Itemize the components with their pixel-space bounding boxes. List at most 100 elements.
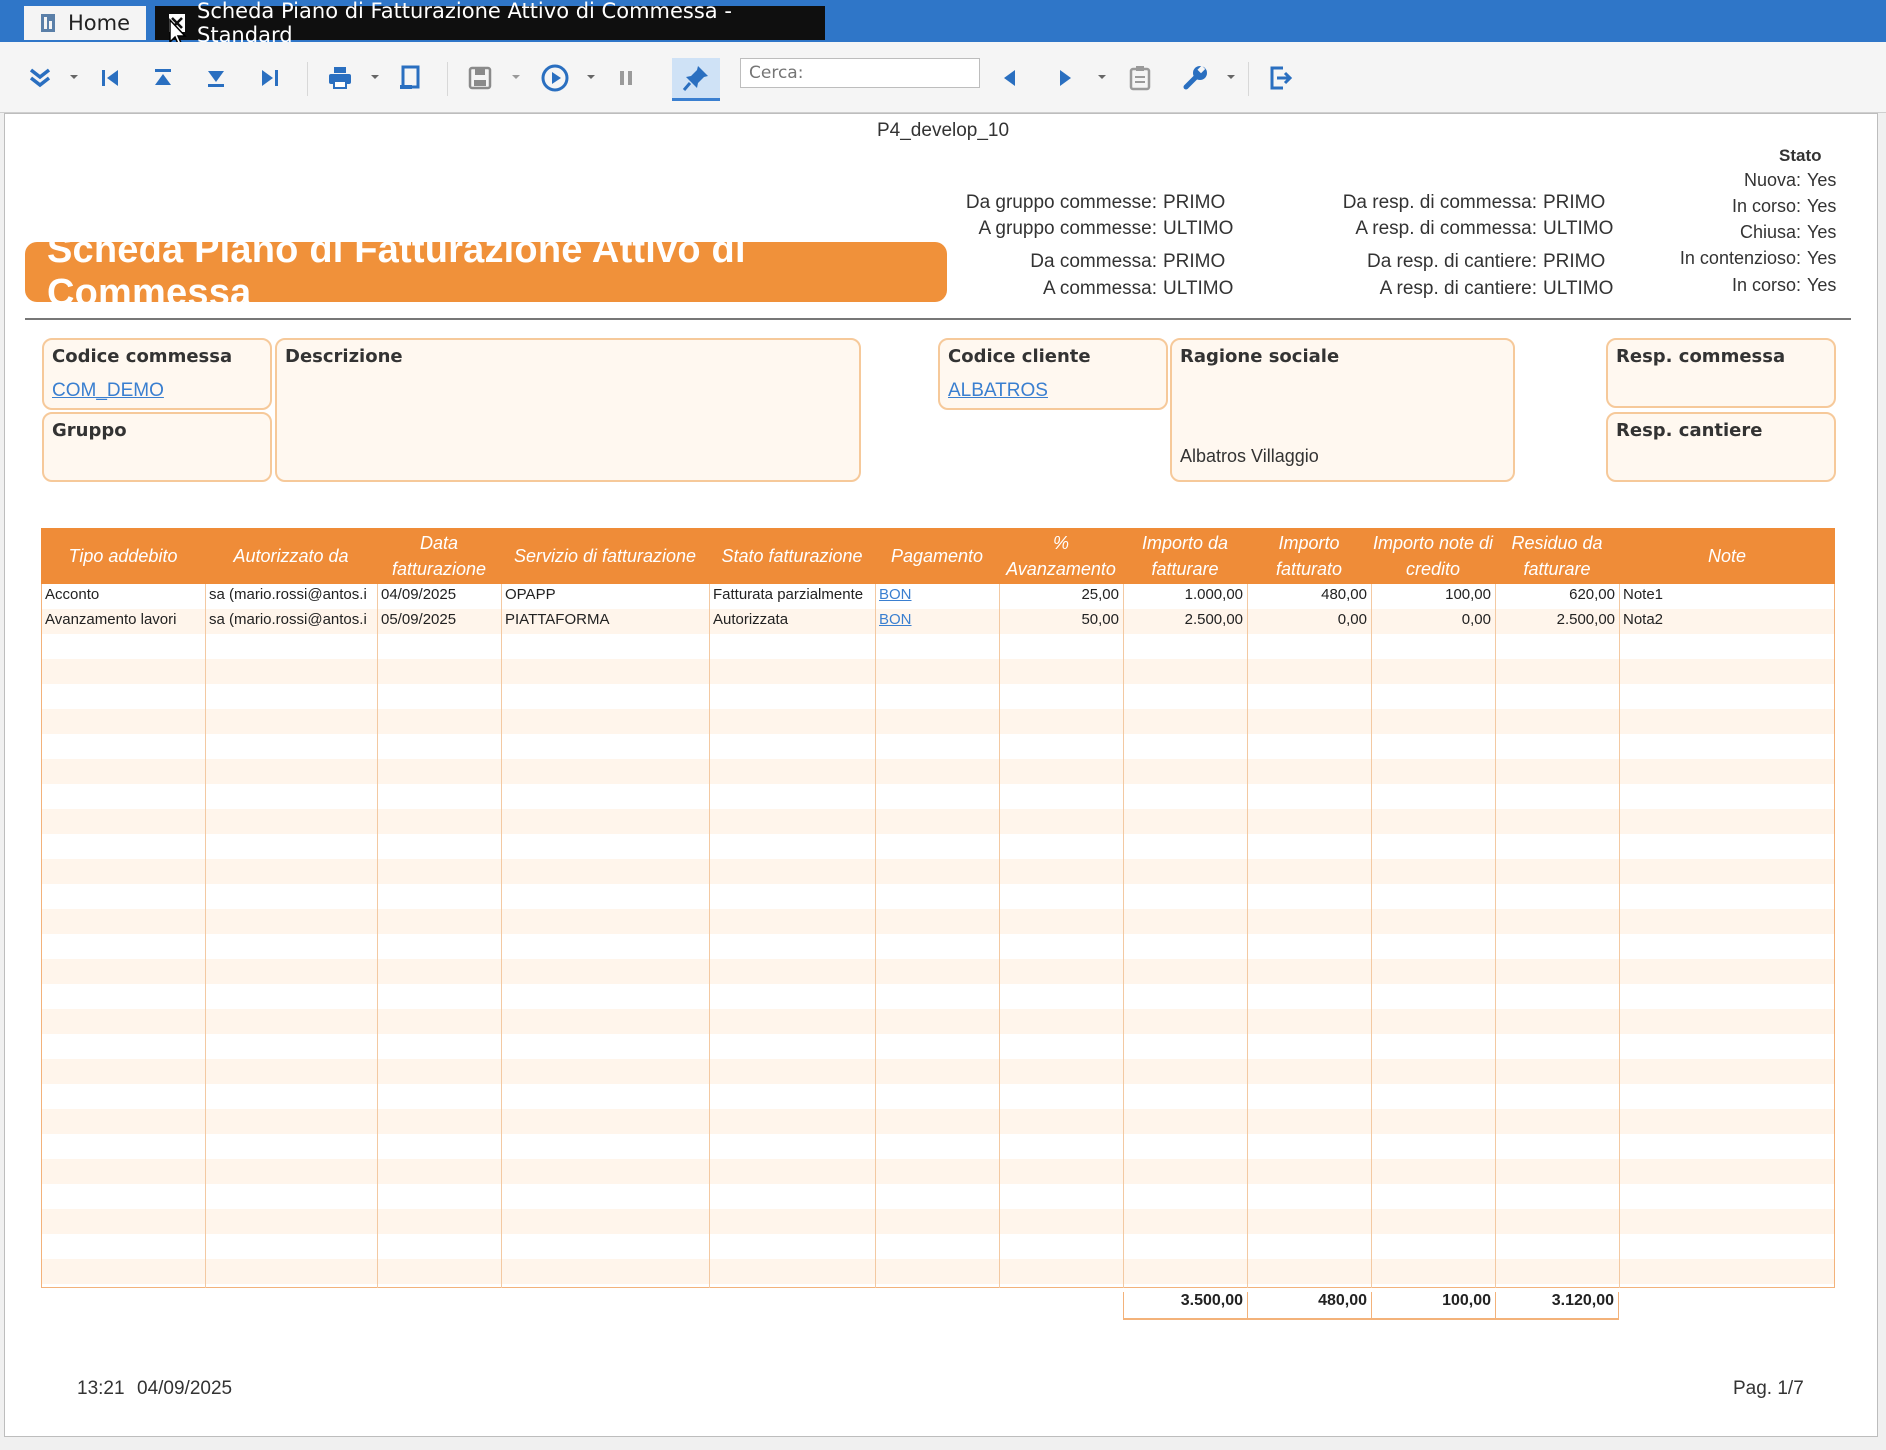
page-setup-icon [400,65,420,89]
print-icon [329,67,351,89]
search-next-button[interactable] [1045,60,1085,96]
column-divider [1247,584,1248,1288]
descrizione-box: Descrizione [275,338,861,482]
table-cell: PIATTAFORMA [505,611,610,628]
table-cell: 0,00 [1337,611,1367,628]
filter-value: PRIMO [1163,251,1226,272]
search-next-icon [1060,70,1071,86]
resp-commessa-label: Resp. commessa [1616,346,1786,367]
clipboard-button[interactable] [1120,60,1160,96]
table-cell: 04/09/2025 [381,586,457,603]
last-page-icon [262,70,278,86]
column-header: Residuo da fatturare [1511,533,1603,579]
dropdown-icon[interactable] [1097,72,1107,82]
dropdown-icon[interactable] [586,72,596,82]
stato-value: Yes [1807,170,1837,190]
stato-title: Stato [1779,146,1822,165]
tab-home[interactable]: Home [24,6,146,40]
first-page-button[interactable] [90,60,130,96]
table-cell: 620,00 [1569,586,1615,603]
page-down-icon [208,71,224,87]
save-button[interactable] [460,60,500,96]
billing-table [41,528,1835,1288]
codice-commessa-label: Codice commessa [52,346,233,367]
column-header: % Avanzamento [1006,533,1116,579]
page-setup-button[interactable] [390,60,430,96]
column-header: Note [1707,546,1747,566]
stato-label: Chiusa: [1739,222,1801,242]
column-header: Autorizzato da [233,546,349,566]
ragione-sociale-value: Albatros Villaggio [1180,446,1319,466]
wrench-icon [1183,65,1207,90]
filter-value: ULTIMO [1163,278,1234,299]
column-header: Data fatturazione [391,533,487,579]
codice-commessa-box: Codice commessa COM_DEMO [42,338,272,410]
footer-page: Pag. 1/7 [1733,1378,1804,1399]
search-prev-button[interactable] [990,60,1030,96]
dropdown-icon[interactable] [511,72,521,82]
column-divider [999,584,1000,1288]
tab-report[interactable]: Scheda Piano di Fatturazione Attivo di C… [155,0,825,47]
table-cell: Autorizzata [713,611,789,628]
stato-value: Yes [1807,248,1837,268]
codice-cliente-link[interactable]: ALBATROS [948,380,1048,402]
pin-button[interactable] [672,58,720,101]
play-button[interactable] [535,60,575,96]
table-cell: sa (mario.rossi@antos.i [209,586,367,603]
resp-commessa-box: Resp. commessa [1606,338,1836,408]
table-cell: Avanzamento lavori [45,611,177,628]
table-cell: Acconto [45,586,100,603]
print-button[interactable] [320,60,360,96]
collapse-button[interactable] [20,60,60,96]
page-up-button[interactable] [143,60,183,96]
table-cell: OPAPP [505,586,556,603]
ragione-sociale-box: Ragione sociale Albatros Villaggio [1170,338,1515,482]
codice-cliente-label: Codice cliente [948,346,1091,367]
resp-cantiere-label: Resp. cantiere [1616,420,1763,441]
separator [447,62,448,96]
descrizione-label: Descrizione [285,346,403,367]
tab-home-label: Home [68,11,131,35]
stato-value: Yes [1807,275,1837,295]
stato-value: Yes [1807,196,1837,216]
exit-button[interactable] [1260,60,1300,96]
column-header: Pagamento [890,546,984,566]
dropdown-icon[interactable] [370,72,380,82]
dropdown-icon[interactable] [1226,72,1236,82]
page-up-icon [155,69,171,85]
payment-link[interactable]: BON [879,611,995,628]
play-icon [541,64,569,92]
table-cell: 1.000,00 [1184,586,1243,603]
pin-icon [682,66,708,91]
gruppo-box: Gruppo [42,412,272,482]
filter-label: Da gruppo commesse: [965,192,1157,213]
column-header: Importo note di credito [1372,533,1494,579]
filter-label: A resp. di cantiere: [1379,278,1537,299]
column-header: Servizio di fatturazione [513,546,697,566]
tools-button[interactable] [1175,60,1215,96]
table-cell: Fatturata parzialmente [713,586,864,603]
table-cell: Note1 [1623,586,1664,603]
column-divider [1495,584,1496,1288]
toolbar [0,42,1886,113]
table-cell: 50,00 [1081,611,1119,628]
report-page: P4_develop_10 Da gruppo commesse: PRIMO … [4,113,1878,1437]
dropdown-icon[interactable] [69,72,79,82]
environment-label: P4_develop_10 [877,120,1010,141]
table-cell: 25,00 [1081,586,1119,603]
payment-link[interactable]: BON [879,586,995,603]
search-input[interactable] [740,58,980,88]
column-divider [1371,584,1372,1288]
footer-time: 13:21 [77,1378,125,1399]
codice-commessa-link[interactable]: COM_DEMO [52,380,164,402]
page-down-button[interactable] [196,60,236,96]
last-page-button[interactable] [250,60,290,96]
column-header: Importo fatturato [1275,533,1343,579]
filter-value: PRIMO [1543,192,1606,213]
stato-label: In contenzioso: [1679,248,1801,268]
total-cell: 480,00 [1247,1292,1371,1320]
table-cell: 480,00 [1321,586,1367,603]
stato-label: In corso: [1731,275,1801,295]
separator [1248,62,1249,96]
pause-button[interactable] [606,60,646,96]
